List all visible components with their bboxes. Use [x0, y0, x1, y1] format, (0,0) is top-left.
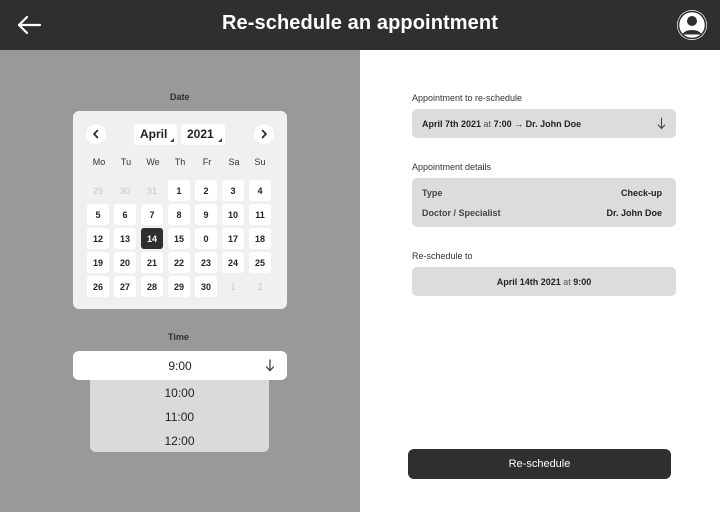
- calendar-day[interactable]: 3: [222, 180, 244, 201]
- calendar-day[interactable]: 17: [222, 228, 244, 249]
- detail-value-doctor: Dr. John Doe: [606, 208, 662, 218]
- chevron-left-icon: [93, 129, 99, 139]
- calendar-day[interactable]: 24: [222, 252, 244, 273]
- calendar-grid: 29 30 31 1 2 3 4 5 6 7 8 9 10 11 12 13 1…: [86, 180, 276, 298]
- year-select[interactable]: 2021: [181, 124, 225, 145]
- weekday-label: Su: [254, 157, 266, 167]
- appointment-arrow: →: [514, 119, 524, 129]
- time-select[interactable]: 9:00: [73, 351, 287, 380]
- calendar-day[interactable]: 7: [141, 204, 163, 225]
- weekday-label: Tu: [120, 157, 132, 167]
- calendar-day: 29: [92, 185, 103, 196]
- appointment-time: 7:00: [493, 119, 512, 129]
- month-select[interactable]: April: [134, 124, 177, 145]
- calendar-day[interactable]: 10: [222, 204, 244, 225]
- weekday-label: We: [146, 157, 160, 167]
- appointment-summary: April 7th 2021 at 7:00 → Dr. John Doe: [422, 119, 581, 129]
- select-corner-icon: [170, 138, 174, 142]
- calendar-day[interactable]: 0: [195, 228, 217, 249]
- calendar-day[interactable]: 21: [141, 252, 163, 273]
- detail-key-doctor: Doctor / Specialist: [422, 208, 501, 218]
- weekday-header: Mo Tu We Th Fr Sa Su: [85, 157, 273, 169]
- reschedule-at: at: [563, 277, 571, 287]
- calendar-day[interactable]: 11: [249, 204, 271, 225]
- previous-month-button[interactable]: [86, 124, 106, 144]
- appointment-date: April 7th 2021: [422, 119, 482, 129]
- appointment-label: Appointment to re-schedule: [412, 93, 523, 103]
- calendar-day[interactable]: 13: [114, 228, 136, 249]
- calendar-day[interactable]: 19: [87, 252, 109, 273]
- calendar-day[interactable]: 25: [249, 252, 271, 273]
- detail-value-type: Check-up: [620, 188, 662, 198]
- calendar-day[interactable]: 26: [87, 276, 109, 297]
- calendar-day: 30: [119, 185, 130, 196]
- reschedule-summary: April 14th 2021 at 9:00: [412, 267, 676, 296]
- time-label: Time: [168, 332, 189, 342]
- page-title: Re-schedule an appointment: [222, 12, 498, 34]
- calendar-day[interactable]: 20: [114, 252, 136, 273]
- calendar-day: 31: [146, 185, 157, 196]
- calendar-day[interactable]: 2: [195, 180, 217, 201]
- calendar-day-selected[interactable]: 14: [141, 228, 163, 249]
- time-options-dropdown: 10:00 11:00 12:00: [90, 378, 269, 452]
- calendar-day[interactable]: 15: [168, 228, 190, 249]
- calendar-day[interactable]: 28: [141, 276, 163, 297]
- year-value: 2021: [187, 127, 214, 141]
- select-corner-icon: [218, 138, 222, 142]
- calendar-day: 1: [230, 281, 236, 292]
- appointment-doctor: Dr. John Doe: [525, 119, 582, 129]
- calendar-day[interactable]: 27: [114, 276, 136, 297]
- time-option[interactable]: 12:00: [90, 434, 269, 448]
- calendar-day[interactable]: 1: [168, 180, 190, 201]
- weekday-label: Sa: [228, 157, 240, 167]
- time-selected-value: 9:00: [168, 359, 192, 373]
- time-option[interactable]: 10:00: [90, 386, 269, 400]
- details-label: Appointment details: [412, 162, 492, 172]
- user-avatar-icon[interactable]: [676, 9, 708, 41]
- reschedule-date: April 14th 2021: [496, 277, 561, 287]
- calendar-day[interactable]: 23: [195, 252, 217, 273]
- calendar-day[interactable]: 29: [168, 276, 190, 297]
- calendar-day[interactable]: 8: [168, 204, 190, 225]
- next-month-button[interactable]: [254, 124, 274, 144]
- arrow-down-icon: [657, 117, 666, 130]
- reschedule-label: Re-schedule to: [412, 251, 473, 261]
- date-label: Date: [170, 92, 190, 102]
- appointment-details: Type Check-up Doctor / Specialist Dr. Jo…: [412, 178, 676, 227]
- month-value: April: [140, 127, 168, 141]
- top-bar: Re-schedule an appointment: [0, 0, 720, 50]
- chevron-right-icon: [261, 129, 267, 139]
- weekday-label: Fr: [202, 157, 212, 167]
- calendar-day[interactable]: 9: [195, 204, 217, 225]
- weekday-label: Mo: [92, 157, 106, 167]
- detail-key-type: Type: [422, 188, 443, 198]
- reschedule-text: April 14th 2021 at 9:00: [412, 277, 676, 287]
- calendar-day[interactable]: 22: [168, 252, 190, 273]
- calendar-day[interactable]: 18: [249, 228, 271, 249]
- reschedule-button[interactable]: Re-schedule: [408, 449, 671, 479]
- weekday-label: Th: [174, 157, 186, 167]
- appointment-at: at: [483, 119, 492, 129]
- arrow-down-icon: [265, 359, 275, 372]
- reschedule-time: 9:00: [573, 277, 592, 287]
- calendar-day[interactable]: 4: [249, 180, 271, 201]
- time-option[interactable]: 11:00: [90, 410, 269, 424]
- calendar-day[interactable]: 6: [114, 204, 136, 225]
- calendar-day[interactable]: 5: [87, 204, 109, 225]
- appointment-select[interactable]: April 7th 2021 at 7:00 → Dr. John Doe: [412, 109, 676, 138]
- calendar-day[interactable]: 12: [87, 228, 109, 249]
- calendar-day: 2: [257, 281, 263, 292]
- calendar-day[interactable]: 30: [195, 276, 217, 297]
- calendar: April 2021 Mo Tu We Th Fr Sa Su 29 30 31…: [73, 111, 287, 309]
